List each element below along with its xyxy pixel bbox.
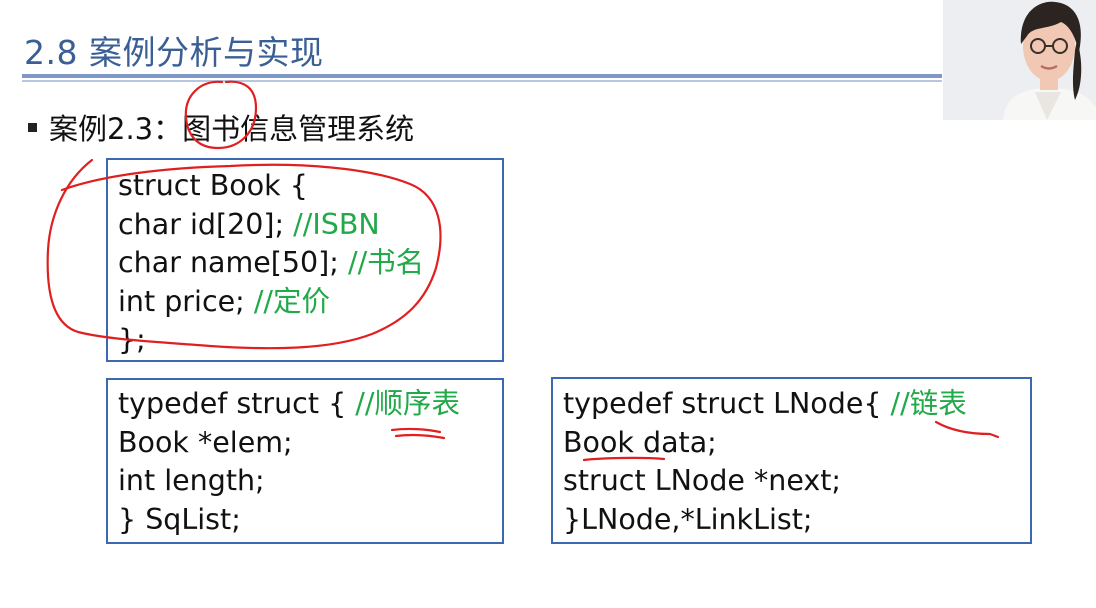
- code-line: typedef struct { //顺序表: [118, 387, 461, 420]
- code-comment: //ISBN: [293, 207, 380, 241]
- code-line: } SqList;: [118, 502, 241, 536]
- title-divider: [22, 74, 942, 78]
- code-line: int price; //定价: [118, 284, 331, 318]
- code-line: }LNode,*LinkList;: [563, 502, 813, 536]
- code-box-sqlist: typedef struct { //顺序表 Book *elem; int l…: [106, 378, 504, 544]
- code-line: Book data;: [563, 425, 717, 459]
- code-line: struct LNode *next;: [563, 464, 842, 497]
- case-bullet-text: 案例2.3：图书信息管理系统: [49, 112, 415, 146]
- code-line: int length;: [118, 464, 265, 497]
- case-bullet: 案例2.3：图书信息管理系统: [28, 106, 414, 148]
- code-line: char name[50]; //书名: [118, 246, 425, 279]
- code-box-lnode: typedef struct LNode{ //链表 Book data; st…: [551, 377, 1032, 544]
- code-comment: //定价: [253, 284, 331, 318]
- presenter-avatar-icon: [943, 0, 1096, 120]
- code-line: };: [118, 323, 146, 356]
- code-comment: //链表: [890, 387, 967, 420]
- code-line: Book *elem;: [118, 425, 293, 459]
- slide-title: 2.8 案例分析与实现: [24, 33, 324, 72]
- code-box-book-struct: struct Book { char id[20]; //ISBN char n…: [106, 158, 504, 362]
- bullet-square-icon: [28, 122, 37, 132]
- code-line: typedef struct LNode{ //链表: [563, 387, 967, 420]
- presenter-webcam: [943, 0, 1096, 120]
- code-line: char id[20]; //ISBN: [118, 207, 380, 241]
- code-line: struct Book {: [118, 169, 308, 202]
- title-divider-thin: [22, 80, 942, 82]
- code-comment: //顺序表: [355, 387, 461, 420]
- code-comment: //书名: [347, 246, 425, 279]
